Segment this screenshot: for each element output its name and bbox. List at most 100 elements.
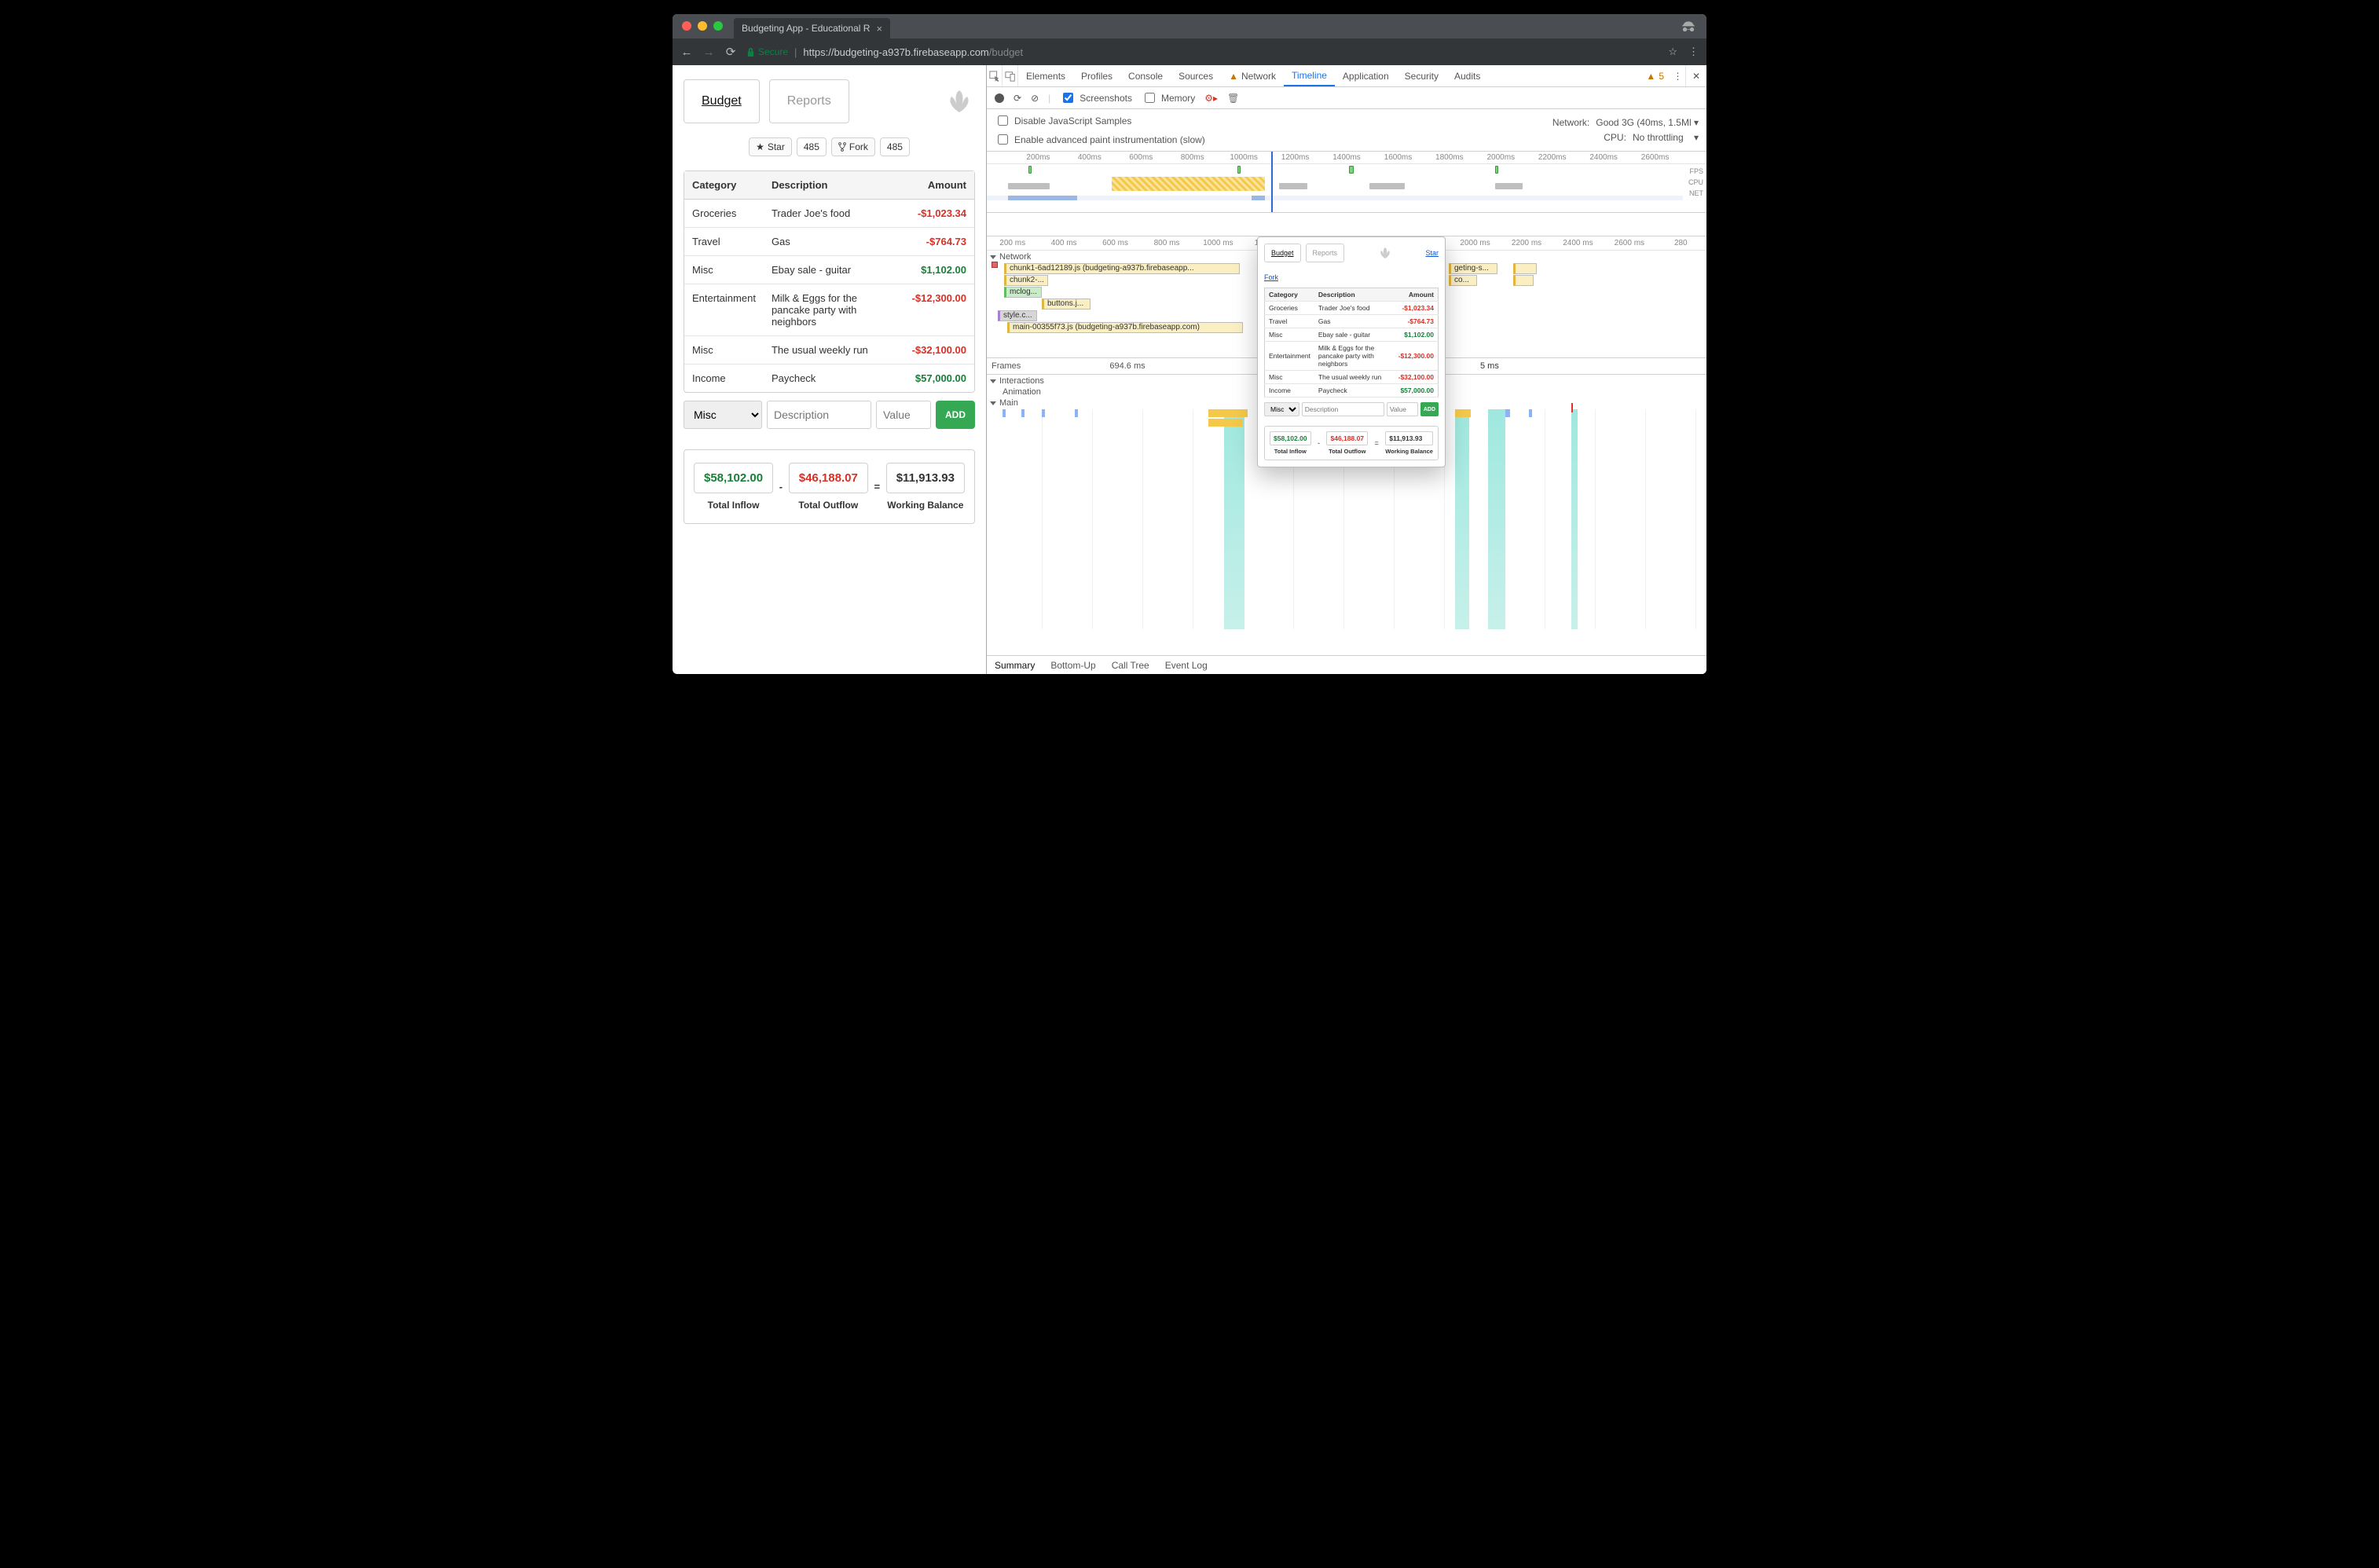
table-row[interactable]: EntertainmentMilk & Eggs for the pancake…: [684, 284, 974, 336]
long-task-marker: [1571, 403, 1573, 412]
table-row[interactable]: MiscEbay sale - guitar$1,102.00: [684, 256, 974, 284]
reload-icon[interactable]: ⟳: [724, 46, 737, 58]
browser-tab[interactable]: Budgeting App - Educational R ×: [734, 18, 890, 38]
mini-star-link: Star: [1425, 249, 1439, 257]
github-fork-button[interactable]: Fork: [831, 137, 875, 156]
network-bar[interactable]: co...: [1449, 275, 1477, 286]
flame-chart[interactable]: 200 ms400 ms600 ms800 ms1000 ms1200 ms14…: [987, 236, 1706, 655]
minimize-window[interactable]: [698, 21, 707, 31]
minus-sign: -: [779, 481, 783, 493]
warnings-badge[interactable]: ▲ 5: [1646, 65, 1664, 86]
github-star-button[interactable]: ★ Star: [749, 137, 792, 156]
cell-amount: -$764.73: [904, 228, 974, 256]
network-bar[interactable]: chunk2-...: [1004, 275, 1048, 286]
gc-icon[interactable]: 🗑: [1227, 93, 1239, 104]
bookmark-icon[interactable]: ☆: [1668, 46, 1677, 58]
incognito-icon: [1681, 20, 1695, 31]
tab-title: Budgeting App - Educational R: [742, 23, 870, 34]
network-bar[interactable]: [1513, 263, 1537, 274]
devtools-tab-application[interactable]: Application: [1335, 65, 1397, 86]
network-bar[interactable]: main-00355f73.js (budgeting-a937b.fireba…: [1007, 322, 1243, 333]
devtools-tab-security[interactable]: Security: [1397, 65, 1446, 86]
table-row[interactable]: TravelGas-$764.73: [684, 228, 974, 256]
advanced-paint-checkbox[interactable]: Enable advanced paint instrumentation (s…: [995, 132, 1205, 147]
total-outflow-label: Total Outflow: [789, 500, 868, 511]
devtools-tab-elements[interactable]: Elements: [1018, 65, 1073, 86]
mini-category-select: Misc: [1264, 402, 1299, 416]
details-tab-summary[interactable]: Summary: [987, 660, 1043, 671]
devtools-tab-profiles[interactable]: Profiles: [1073, 65, 1120, 86]
total-outflow-value: $46,188.07: [789, 463, 868, 493]
back-icon[interactable]: ←: [680, 46, 693, 58]
table-row[interactable]: MiscThe usual weekly run-$32,100.00: [684, 336, 974, 365]
timeline-overview[interactable]: 200ms400ms600ms800ms1000ms1200ms1400ms16…: [987, 152, 1706, 213]
inspect-icon[interactable]: [987, 65, 1003, 86]
mini-desc-input: [1302, 402, 1384, 416]
table-row: IncomePaycheck$57,000.00: [1265, 384, 1439, 397]
table-row[interactable]: IncomePaycheck$57,000.00: [684, 365, 974, 393]
titlebar: Budgeting App - Educational R ×: [673, 14, 1706, 38]
devtools-tab-console[interactable]: Console: [1120, 65, 1171, 86]
details-tab-bottom-up[interactable]: Bottom-Up: [1043, 660, 1103, 671]
timeline-toolbar: ⟳ ⊘ | Screenshots Memory ⚙▸ 🗑: [987, 87, 1706, 109]
cell-category: Misc: [684, 336, 764, 365]
devtools-tab-network[interactable]: ▲ Network: [1221, 65, 1284, 86]
timeline-options: Disable JavaScript Samples Enable advanc…: [987, 109, 1706, 152]
tab-reports[interactable]: Reports: [769, 79, 849, 123]
browser-menu-icon[interactable]: ⋮: [1688, 46, 1699, 58]
network-throttle-select[interactable]: Good 3G (40ms, 1.5Ml ▾: [1596, 117, 1699, 128]
totals-panel: $58,102.00 Total Inflow - $46,188.07 Tot…: [684, 449, 975, 524]
details-tab-event-log[interactable]: Event Log: [1157, 660, 1215, 671]
devtools-close-icon[interactable]: ✕: [1686, 65, 1706, 86]
cell-description: Trader Joe's food: [764, 200, 904, 228]
reload-record-icon[interactable]: ⟳: [1014, 93, 1021, 104]
devtools-menu-icon[interactable]: ⋮: [1670, 65, 1686, 86]
devtools-tab-timeline[interactable]: Timeline: [1284, 65, 1335, 86]
secure-label: Secure: [758, 46, 788, 57]
table-row: GroceriesTrader Joe's food-$1,023.34: [1265, 302, 1439, 315]
marker-icon: [992, 262, 998, 268]
value-input[interactable]: [876, 401, 931, 429]
cell-category: Travel: [684, 228, 764, 256]
network-bar[interactable]: [1513, 275, 1534, 286]
col-category: Category: [684, 171, 764, 200]
devtools-tab-sources[interactable]: Sources: [1171, 65, 1221, 86]
forward-icon[interactable]: →: [702, 46, 715, 58]
network-bar[interactable]: style.c...: [998, 310, 1037, 321]
devtools-tab-audits[interactable]: Audits: [1446, 65, 1488, 86]
browser-toolbar: ← → ⟳ Secure | https://budgeting-a937b.f…: [673, 38, 1706, 65]
cell-amount: -$12,300.00: [904, 284, 974, 336]
network-bar[interactable]: mclog...: [1004, 287, 1042, 298]
cell-description: Ebay sale - guitar: [764, 256, 904, 284]
clear-icon[interactable]: ⊘: [1031, 93, 1039, 104]
add-button[interactable]: ADD: [936, 401, 975, 429]
screenshot-strip[interactable]: [987, 213, 1706, 236]
cpu-throttle-select[interactable]: No throttling ▾: [1633, 132, 1699, 143]
capture-settings-icon[interactable]: ⚙▸: [1204, 93, 1218, 104]
network-bar[interactable]: buttons.j...: [1042, 299, 1091, 310]
working-balance-value: $11,913.93: [886, 463, 965, 493]
table-row: MiscEbay sale - guitar$1,102.00: [1265, 328, 1439, 342]
table-row: EntertainmentMilk & Eggs for the pancake…: [1265, 342, 1439, 371]
close-tab-icon[interactable]: ×: [876, 23, 882, 35]
disable-js-checkbox[interactable]: Disable JavaScript Samples: [995, 113, 1205, 128]
mini-logo-icon: [1377, 245, 1393, 261]
zoom-window[interactable]: [713, 21, 723, 31]
table-row[interactable]: GroceriesTrader Joe's food-$1,023.34: [684, 200, 974, 228]
network-bar[interactable]: chunk1-6ad12189.js (budgeting-a937b.fire…: [1004, 263, 1240, 274]
transactions-table: Category Description Amount GroceriesTra…: [684, 170, 975, 393]
omnibox[interactable]: Secure | https://budgeting-a937b.firebas…: [746, 38, 1659, 65]
memory-checkbox[interactable]: Memory: [1142, 90, 1195, 105]
tab-budget[interactable]: Budget: [684, 79, 760, 123]
record-button[interactable]: [995, 93, 1004, 103]
details-tab-call-tree[interactable]: Call Tree: [1104, 660, 1157, 671]
screenshots-checkbox[interactable]: Screenshots: [1060, 90, 1132, 105]
device-icon[interactable]: [1003, 65, 1018, 86]
close-window[interactable]: [682, 21, 691, 31]
network-bar[interactable]: geting-s...: [1449, 263, 1497, 274]
category-select[interactable]: Misc: [684, 401, 762, 429]
col-amount: Amount: [904, 171, 974, 200]
mini-tab-reports: Reports: [1306, 244, 1345, 262]
working-balance-label: Working Balance: [886, 500, 965, 511]
description-input[interactable]: [767, 401, 871, 429]
